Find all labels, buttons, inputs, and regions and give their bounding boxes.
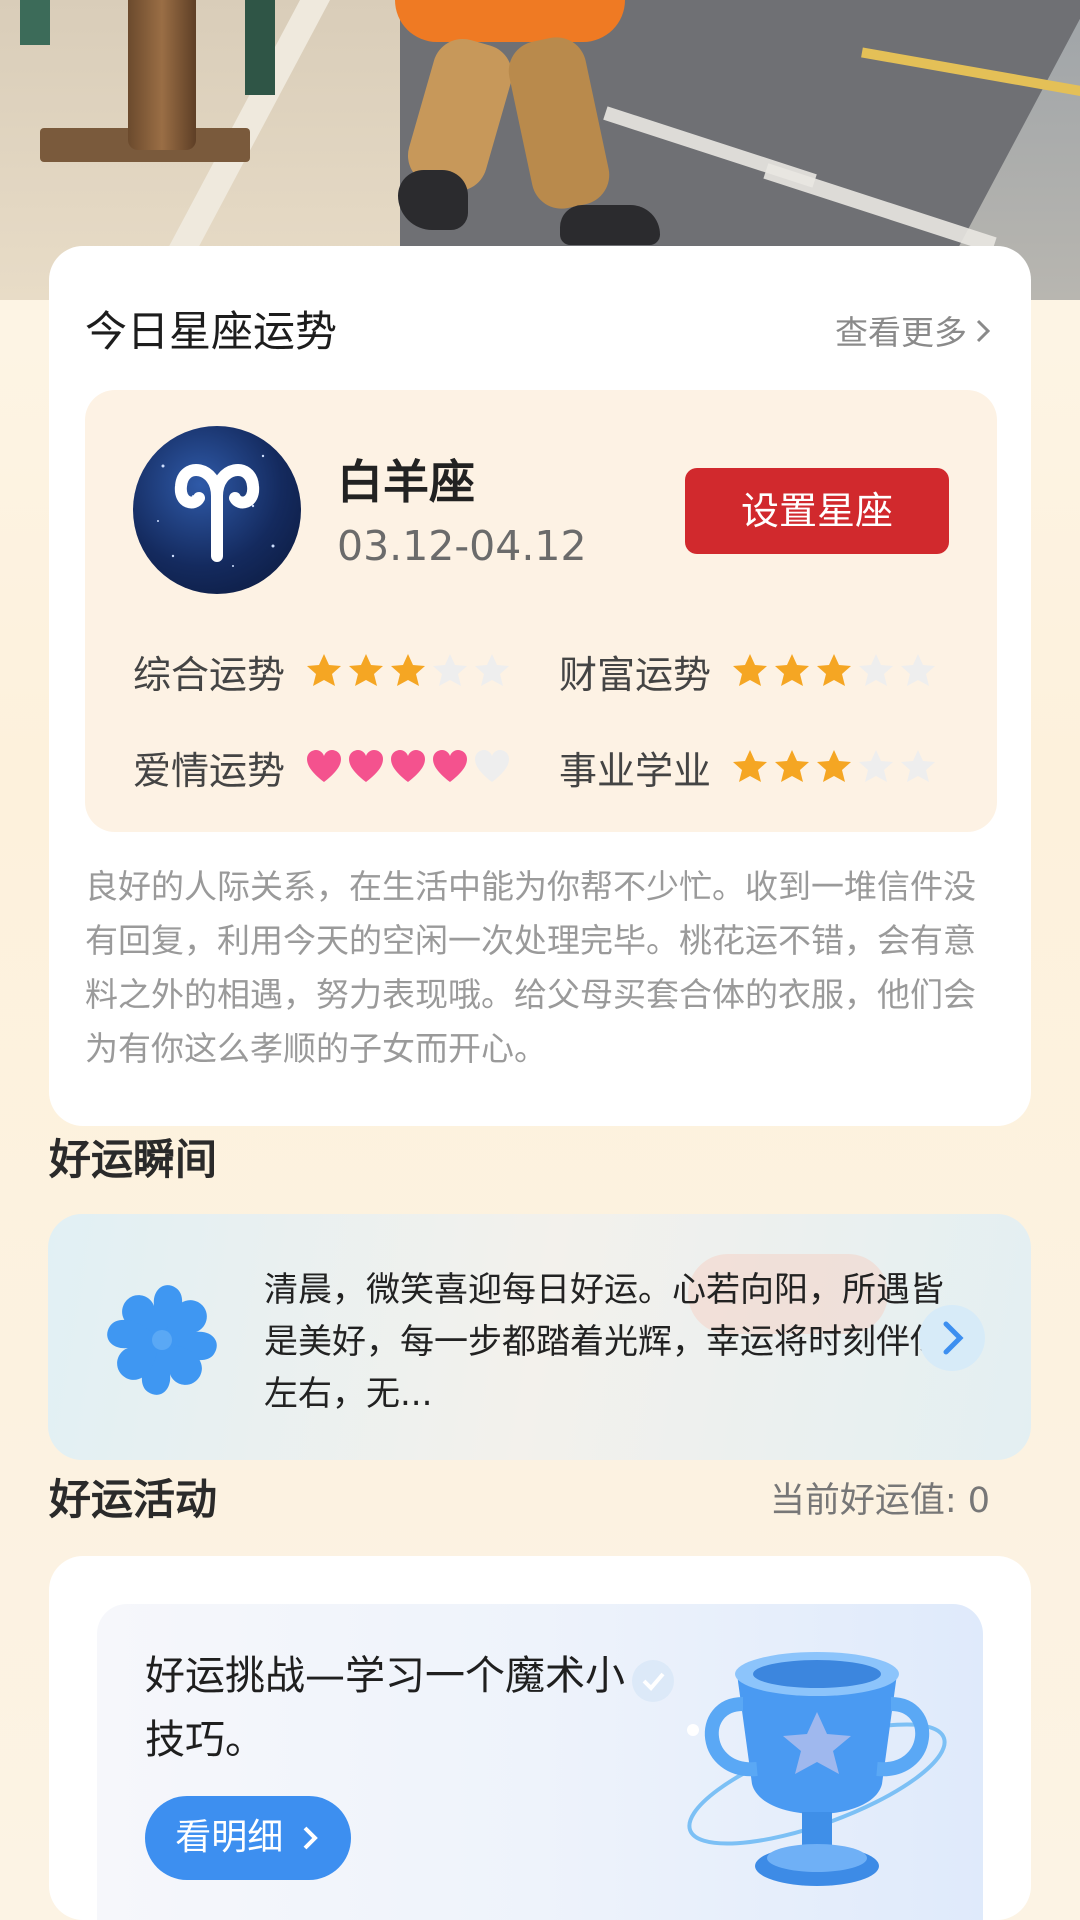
- heart-icon: [349, 749, 384, 782]
- hero-person-shoe: [560, 205, 660, 245]
- rating-label: 财富运势: [559, 653, 712, 697]
- hero-person-shoe: [398, 170, 468, 230]
- heart-icon: [391, 749, 426, 782]
- hero-tree-trunk: [128, 0, 196, 150]
- star-icon: [817, 749, 852, 782]
- hero-person-jacket: [395, 0, 625, 42]
- star-icon: [349, 653, 384, 686]
- view-details-label: 看明细: [175, 1817, 284, 1858]
- hero-pole: [245, 0, 275, 95]
- lucky-moment-text: 清晨，微笑喜迎每日好运。心若向阳，所遇皆是美好，每一步都踏着光辉，幸运将时刻伴你…: [264, 1270, 944, 1414]
- challenge-panel[interactable]: 好运挑战—学习一个魔术小技巧。 看明细: [97, 1604, 983, 1920]
- rating-label: 事业学业: [559, 749, 712, 793]
- view-details-button[interactable]: 看明细: [145, 1796, 351, 1880]
- hero-pole: [20, 0, 50, 45]
- lucky-activity-title: 好运活动: [49, 1475, 218, 1524]
- sign-name: 白羊座: [337, 455, 475, 509]
- star-icon: [475, 653, 510, 686]
- rating-overall: 综合运势: [133, 644, 515, 699]
- chevron-right-icon: [303, 1826, 318, 1850]
- horoscope-description: 良好的人际关系，在生活中能为你帮不少忙。收到一堆信件没有回复，利用今天的空闲一次…: [85, 867, 976, 1068]
- rating-label: 爱情运势: [133, 749, 286, 793]
- lucky-moment-card[interactable]: 清晨，微笑喜迎每日好运。心若向阳，所遇皆是美好，每一步都踏着光辉，幸运将时刻伴你…: [48, 1214, 1031, 1460]
- star-icon: [859, 653, 894, 686]
- rating-icons: [305, 651, 515, 693]
- challenge-title: 好运挑战—学习一个魔术小技巧。: [145, 1653, 625, 1763]
- rating-icons: [731, 747, 941, 789]
- heart-icon: [433, 749, 468, 782]
- rating-career: 事业学业: [559, 740, 941, 795]
- current-lucky-value: 当前好运值: 0: [769, 1481, 990, 1521]
- sign-date-range: 03.12-04.12: [337, 522, 587, 570]
- see-more-label: 查看更多: [835, 313, 967, 352]
- trophy-icon: [687, 1652, 947, 1886]
- rating-label: 综合运势: [133, 653, 286, 697]
- rating-love: 爱情运势: [133, 740, 515, 795]
- horoscope-card: 今日星座运势 查看更多 白羊座 03.12-04.12 设置星座 综合运势 财富…: [49, 246, 1031, 1126]
- see-more-link[interactable]: 查看更多: [835, 306, 991, 354]
- heart-icon: [307, 749, 342, 782]
- star-icon: [859, 749, 894, 782]
- heart-icon: [475, 749, 510, 782]
- star-icon: [433, 653, 468, 686]
- moment-next-button[interactable]: [919, 1305, 985, 1371]
- rating-icons: [305, 747, 515, 789]
- star-icon: [733, 653, 768, 686]
- horoscope-title: 今日星座运势: [85, 307, 338, 356]
- chevron-right-icon: [943, 1321, 964, 1355]
- set-sign-button[interactable]: 设置星座: [685, 468, 949, 554]
- star-icon: [817, 653, 852, 686]
- star-icon: [307, 653, 342, 686]
- star-icon: [901, 653, 936, 686]
- star-icon: [775, 653, 810, 686]
- star-icon: [775, 749, 810, 782]
- activity-card: 好运挑战—学习一个魔术小技巧。 看明细: [49, 1556, 1031, 1920]
- rating-wealth: 财富运势: [559, 644, 941, 699]
- rating-icons: [731, 651, 941, 693]
- clover-icon: [107, 1285, 217, 1395]
- sign-panel: 白羊座 03.12-04.12 设置星座 综合运势 财富运势 爱情运势 事业学业: [85, 390, 997, 832]
- aries-icon: [133, 426, 301, 594]
- chevron-right-icon: [975, 313, 991, 352]
- star-icon: [733, 749, 768, 782]
- star-icon: [901, 749, 936, 782]
- lucky-moment-title: 好运瞬间: [49, 1135, 218, 1184]
- star-icon: [391, 653, 426, 686]
